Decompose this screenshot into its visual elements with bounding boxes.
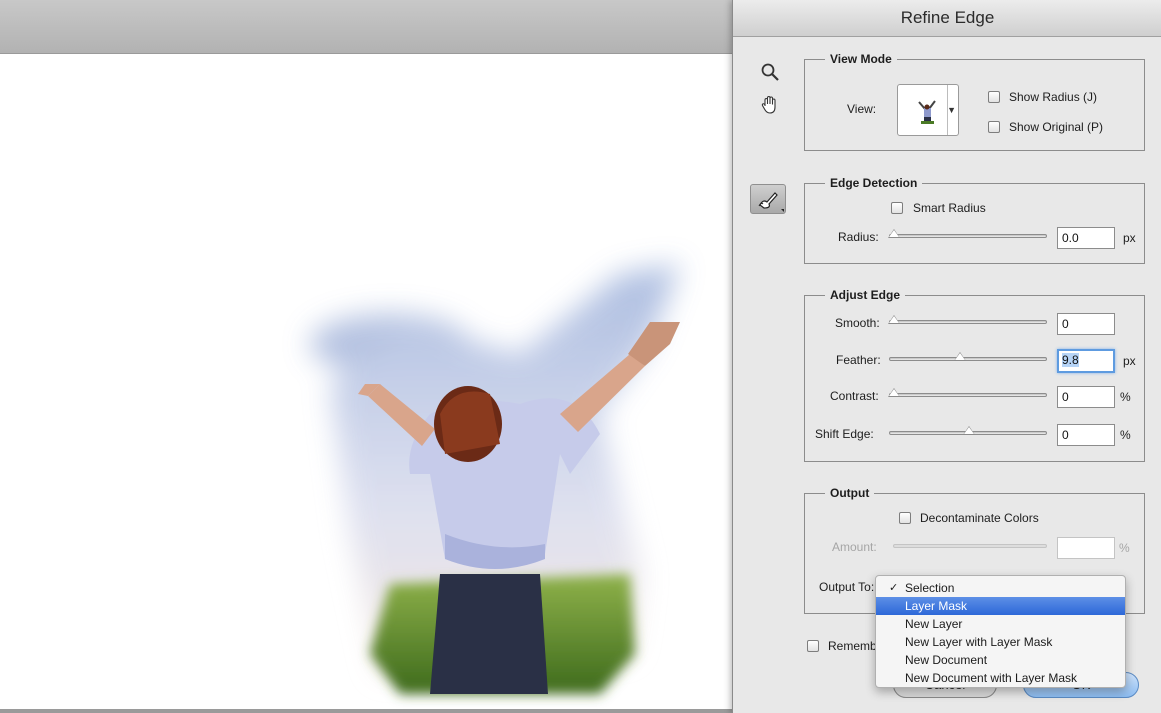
output-title: Output xyxy=(825,485,875,501)
output-to-label: Output To: xyxy=(819,580,875,594)
shift-edge-input[interactable]: 0 xyxy=(1057,424,1115,446)
show-original-label: Show Original (P) xyxy=(1009,120,1104,134)
dialog-title: Refine Edge xyxy=(733,0,1161,37)
edge-detection-group: Edge Detection xyxy=(804,175,1145,264)
view-mode-dropdown[interactable]: ▼ xyxy=(897,84,959,136)
amount-label: Amount: xyxy=(832,540,877,554)
canvas-bottom-border xyxy=(0,709,732,713)
feather-slider[interactable] xyxy=(889,352,1047,361)
refine-radius-brush-icon[interactable] xyxy=(750,184,786,214)
radius-input[interactable]: 0.0 xyxy=(1057,227,1115,249)
contrast-slider[interactable] xyxy=(888,388,1047,397)
contrast-slider-thumb[interactable] xyxy=(888,388,900,397)
remember-settings-checkbox[interactable] xyxy=(807,640,819,652)
menu-item-label: New Layer xyxy=(905,617,963,631)
menu-item-new-layer[interactable]: New Layer xyxy=(876,615,1125,633)
smooth-input[interactable]: 0 xyxy=(1057,313,1115,335)
show-radius-checkbox[interactable] xyxy=(988,91,1000,103)
menu-item-layer-mask[interactable]: Layer Mask xyxy=(876,597,1125,615)
feather-label: Feather: xyxy=(836,353,881,367)
shift-edge-unit: % xyxy=(1120,428,1131,442)
contrast-input[interactable]: 0 xyxy=(1057,386,1115,408)
amount-slider xyxy=(893,544,1047,548)
show-radius-label: Show Radius (J) xyxy=(1009,90,1098,104)
menu-item-label: New Document with Layer Mask xyxy=(905,671,1078,685)
view-mode-title: View Mode xyxy=(825,51,897,67)
decontaminate-colors-checkbox[interactable] xyxy=(899,512,911,524)
smooth-slider-thumb[interactable] xyxy=(888,315,900,324)
contrast-label: Contrast: xyxy=(830,389,879,403)
smooth-slider[interactable] xyxy=(888,315,1047,324)
radius-slider[interactable] xyxy=(888,229,1047,238)
menu-item-label: New Document xyxy=(905,653,988,667)
smooth-label: Smooth: xyxy=(835,316,880,330)
chevron-down-icon: ▼ xyxy=(947,105,956,115)
decontaminate-colors-label: Decontaminate Colors xyxy=(920,511,1039,525)
amount-unit: % xyxy=(1119,541,1130,555)
smart-radius-label: Smart Radius xyxy=(913,201,986,215)
adjust-edge-title: Adjust Edge xyxy=(825,287,906,303)
contrast-unit: % xyxy=(1120,390,1131,404)
canvas-toolbar xyxy=(0,0,732,54)
amount-input xyxy=(1057,537,1115,559)
feather-input[interactable]: 9.8 xyxy=(1057,349,1115,373)
feather-slider-thumb[interactable] xyxy=(954,352,966,361)
menu-item-new-document[interactable]: New Document xyxy=(876,651,1125,669)
menu-item-new-layer-with-mask[interactable]: New Layer with Layer Mask xyxy=(876,633,1125,651)
menu-item-selection[interactable]: ✓ Selection xyxy=(876,579,1125,597)
menu-item-label: Selection xyxy=(905,581,955,595)
show-original-checkbox[interactable] xyxy=(988,121,1000,133)
smart-radius-checkbox[interactable] xyxy=(891,202,903,214)
shift-edge-slider-thumb[interactable] xyxy=(963,426,975,435)
menu-item-new-document-with-mask[interactable]: New Document with Layer Mask xyxy=(876,669,1125,687)
radius-slider-thumb[interactable] xyxy=(888,229,900,238)
hand-icon[interactable] xyxy=(757,94,783,120)
feather-value: 9.8 xyxy=(1062,353,1079,367)
shift-edge-slider[interactable] xyxy=(889,426,1047,435)
menu-item-label: Layer Mask xyxy=(905,599,968,613)
photo-woman-raising-arms xyxy=(310,264,680,694)
radius-label: Radius: xyxy=(838,230,879,244)
shift-edge-label: Shift Edge: xyxy=(815,427,874,441)
edge-detection-title: Edge Detection xyxy=(825,175,923,191)
zoom-icon[interactable] xyxy=(757,62,783,88)
radius-unit: px xyxy=(1123,231,1136,245)
feather-unit: px xyxy=(1123,354,1136,368)
view-thumbnail-icon xyxy=(918,100,936,124)
checkmark-icon: ✓ xyxy=(889,582,899,594)
output-to-menu[interactable]: ✓ Selection Layer Mask New Layer New Laye… xyxy=(875,575,1126,688)
image-canvas[interactable] xyxy=(0,54,732,709)
menu-item-label: New Layer with Layer Mask xyxy=(905,635,1053,649)
view-label: View: xyxy=(847,102,877,116)
